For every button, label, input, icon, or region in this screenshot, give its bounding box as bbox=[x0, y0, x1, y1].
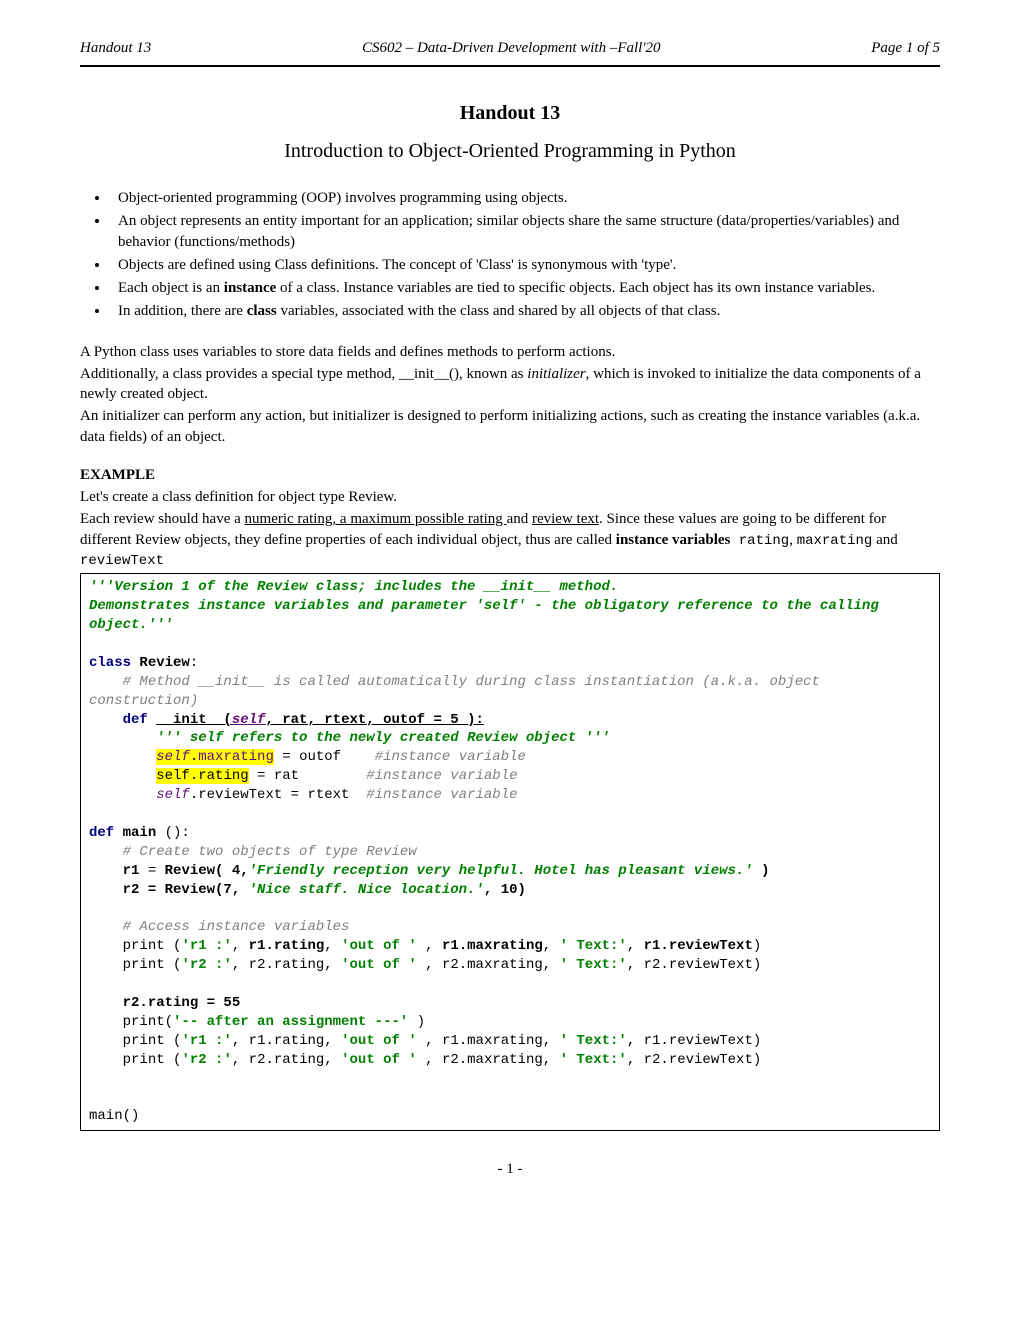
bullet-item: Each object is an instance of a class. I… bbox=[110, 278, 940, 298]
code-line: main() bbox=[89, 1107, 931, 1126]
paragraph-line: An initializer can perform any action, b… bbox=[80, 406, 940, 447]
code-line: self.reviewText = rtext #instance variab… bbox=[89, 786, 931, 805]
page-footer: - 1 - bbox=[80, 1161, 940, 1178]
code-line: Demonstrates instance variables and para… bbox=[89, 597, 931, 635]
code-line: # Access instance variables bbox=[89, 918, 931, 937]
code-line: print ('r2 :', r2.rating, 'out of ' , r2… bbox=[89, 1051, 931, 1070]
code-line bbox=[89, 899, 931, 918]
code-line: r1 = Review( 4,'Friendly reception very … bbox=[89, 862, 931, 881]
paragraph-line: Let's create a class definition for obje… bbox=[80, 487, 940, 507]
header-center: CS602 – Data-Driven Development with –Fa… bbox=[362, 40, 661, 57]
code-line: def __init__(self, rat, rtext, outof = 5… bbox=[89, 711, 931, 730]
bullet-item: Objects are defined using Class definiti… bbox=[110, 255, 940, 275]
page-header: Handout 13 CS602 – Data-Driven Developme… bbox=[80, 40, 940, 67]
bullet-item: An object represents an entity important… bbox=[110, 211, 940, 252]
code-line bbox=[89, 1069, 931, 1088]
code-line: '''Version 1 of the Review class; includ… bbox=[89, 578, 931, 597]
paragraph-line: A Python class uses variables to store d… bbox=[80, 342, 940, 362]
bullet-item: In addition, there are class variables, … bbox=[110, 301, 940, 321]
code-line: print ('r2 :', r2.rating, 'out of ' , r2… bbox=[89, 956, 931, 975]
code-line bbox=[89, 1088, 931, 1107]
code-line: self.maxrating = outof #instance variabl… bbox=[89, 748, 931, 767]
bullet-list: Object-oriented programming (OOP) involv… bbox=[110, 188, 940, 322]
header-right: Page 1 of 5 bbox=[871, 40, 940, 57]
bullet-item: Object-oriented programming (OOP) involv… bbox=[110, 188, 940, 208]
code-line: # Method __init__ is called automaticall… bbox=[89, 673, 931, 711]
paragraph-line: Each review should have a numeric rating… bbox=[80, 509, 940, 571]
example-label: EXAMPLE bbox=[80, 465, 940, 485]
code-line bbox=[89, 635, 931, 654]
code-line: ''' self refers to the newly created Rev… bbox=[89, 729, 931, 748]
code-line: print('-- after an assignment ---' ) bbox=[89, 1013, 931, 1032]
code-line: class Review: bbox=[89, 654, 931, 673]
code-line: self.rating = rat #instance variable bbox=[89, 767, 931, 786]
paragraph-block: A Python class uses variables to store d… bbox=[80, 342, 940, 447]
code-line: print ('r1 :', r1.rating, 'out of ' , r1… bbox=[89, 1032, 931, 1051]
header-left: Handout 13 bbox=[80, 40, 151, 57]
code-line: r2 = Review(7, 'Nice staff. Nice locatio… bbox=[89, 881, 931, 900]
paragraph-line: Additionally, a class provides a special… bbox=[80, 364, 940, 405]
code-line bbox=[89, 805, 931, 824]
code-line: # Create two objects of type Review bbox=[89, 843, 931, 862]
page-subtitle: Introduction to Object-Oriented Programm… bbox=[80, 140, 940, 163]
code-example: '''Version 1 of the Review class; includ… bbox=[80, 573, 940, 1131]
page-title: Handout 13 bbox=[80, 102, 940, 125]
code-line: print ('r1 :', r1.rating, 'out of ' , r1… bbox=[89, 937, 931, 956]
code-line bbox=[89, 975, 931, 994]
code-line: def main (): bbox=[89, 824, 931, 843]
code-line: r2.rating = 55 bbox=[89, 994, 931, 1013]
